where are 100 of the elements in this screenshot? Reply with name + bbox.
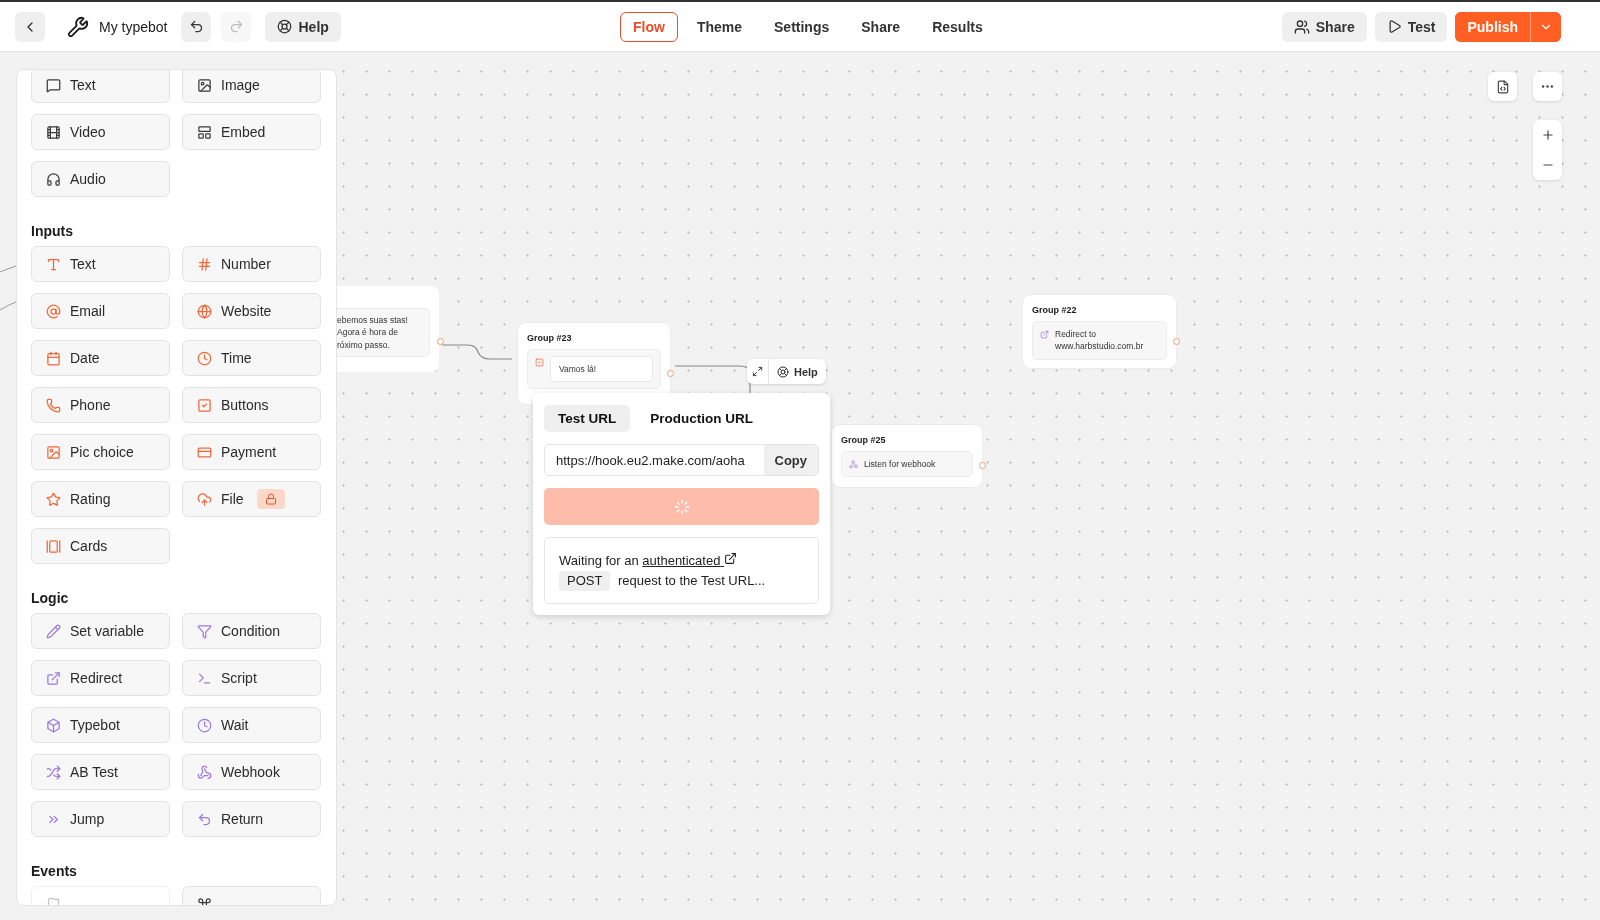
expand-icon bbox=[752, 366, 763, 377]
nav-tab[interactable]: Flow bbox=[620, 12, 678, 42]
plus-icon bbox=[1540, 128, 1555, 142]
section-heading: Inputs bbox=[31, 223, 74, 239]
external-link-icon bbox=[1040, 330, 1049, 339]
code-file-icon bbox=[1495, 79, 1510, 94]
block-label: Redirect to www.harbstudio.com.br bbox=[1055, 328, 1145, 353]
return-arrow-icon bbox=[197, 811, 212, 827]
calendar-icon bbox=[46, 350, 61, 366]
webhook-icon bbox=[197, 764, 212, 780]
help-button[interactable]: Help bbox=[265, 11, 341, 42]
block-button[interactable]: Audio bbox=[31, 161, 170, 197]
pencil-icon bbox=[46, 623, 61, 639]
play-icon bbox=[1386, 19, 1402, 34]
connector-line bbox=[441, 344, 513, 360]
undo-button[interactable] bbox=[181, 11, 212, 42]
redo-icon bbox=[229, 19, 244, 34]
star-icon bbox=[46, 491, 61, 507]
block-card[interactable]: Listen for webhook bbox=[841, 451, 973, 478]
letter-t-icon bbox=[46, 256, 61, 272]
upload-icon bbox=[197, 491, 212, 507]
block-button[interactable]: Date bbox=[31, 340, 170, 376]
block-button[interactable]: Set variable bbox=[31, 613, 170, 649]
block-button[interactable]: Embed bbox=[182, 114, 321, 150]
output-port[interactable] bbox=[979, 462, 986, 469]
listen-button[interactable] bbox=[544, 488, 819, 525]
copy-button[interactable]: Copy bbox=[763, 445, 818, 475]
section-heading: Logic bbox=[31, 590, 70, 606]
spinner-icon bbox=[673, 498, 690, 515]
block-button[interactable]: Webhook bbox=[182, 754, 321, 790]
more-button[interactable] bbox=[1533, 72, 1562, 101]
output-port[interactable] bbox=[1173, 337, 1180, 345]
code-file-button[interactable] bbox=[1488, 72, 1517, 101]
block-button[interactable]: Typebot bbox=[31, 707, 170, 743]
authenticated-link[interactable]: authenticated bbox=[642, 553, 738, 568]
webhook-icon bbox=[849, 460, 858, 469]
block-card[interactable]: Vamos lá! bbox=[527, 349, 661, 390]
block-button[interactable]: Video bbox=[31, 114, 170, 150]
block-button[interactable]: Image bbox=[182, 70, 321, 103]
back-button[interactable] bbox=[15, 11, 45, 42]
hash-icon bbox=[197, 256, 212, 272]
phone-icon bbox=[46, 397, 61, 413]
button-input[interactable]: Vamos lá! bbox=[550, 356, 653, 383]
group-title: Group #23 bbox=[527, 333, 573, 343]
url-tab[interactable]: Test URL bbox=[544, 405, 631, 432]
block-button[interactable]: Pic choice bbox=[31, 434, 170, 470]
users-icon bbox=[1293, 18, 1310, 35]
block-button[interactable]: Payment bbox=[182, 434, 321, 470]
block-button[interactable]: Text bbox=[31, 246, 170, 282]
block-button[interactable]: Rating bbox=[31, 481, 170, 517]
terminal-icon bbox=[197, 670, 212, 686]
block-button[interactable]: Buttons bbox=[182, 387, 321, 423]
waiting-message: Waiting for an authenticated POST request to the Test URL... bbox=[559, 551, 804, 591]
film-icon bbox=[46, 124, 61, 140]
checkbox-icon bbox=[535, 358, 544, 367]
url-field[interactable]: https://hook.eu2.make.com/aoha Copy bbox=[544, 444, 819, 476]
lifebuoy-icon bbox=[777, 365, 789, 378]
clock-icon bbox=[197, 717, 212, 733]
at-sign-icon bbox=[46, 303, 61, 319]
block-card[interactable]: Redirect to www.harbstudio.com.br bbox=[1032, 321, 1167, 360]
block-button[interactable]: Condition bbox=[182, 613, 321, 649]
block-button[interactable]: Email bbox=[31, 293, 170, 329]
cube-icon bbox=[46, 717, 61, 733]
lifebuoy-icon bbox=[277, 19, 293, 34]
block-button[interactable]: Website bbox=[182, 293, 321, 329]
external-link-icon bbox=[724, 552, 738, 565]
image-icon bbox=[46, 444, 61, 460]
block-button[interactable]: Jump bbox=[31, 801, 170, 837]
block-label: Listen for webhook bbox=[864, 458, 936, 471]
block-button[interactable]: Redirect bbox=[31, 660, 170, 696]
layout-icon bbox=[197, 124, 212, 140]
external-link-icon bbox=[46, 670, 61, 686]
redo-button[interactable] bbox=[221, 11, 252, 42]
block-button[interactable]: Cards bbox=[31, 528, 170, 564]
lock-icon bbox=[264, 493, 277, 505]
shuffle-icon bbox=[46, 764, 61, 780]
block-button[interactable]: Number bbox=[182, 246, 321, 282]
url-tab[interactable]: Production URL bbox=[636, 405, 767, 432]
block-button[interactable]: AB Test bbox=[31, 754, 170, 790]
block-button[interactable]: Phone bbox=[31, 387, 170, 423]
funnel-icon bbox=[197, 623, 212, 639]
block-button[interactable]: Text bbox=[31, 70, 170, 103]
wrench-icon bbox=[67, 15, 89, 38]
block-button[interactable]: Time bbox=[182, 340, 321, 376]
section-heading: Events bbox=[31, 863, 78, 879]
headphones-icon bbox=[46, 171, 61, 187]
connector-line bbox=[0, 265, 17, 311]
block-button[interactable]: File bbox=[182, 481, 321, 517]
method-tag: POST bbox=[559, 571, 611, 591]
output-port[interactable] bbox=[667, 369, 674, 377]
undo-icon bbox=[189, 19, 204, 34]
test-button[interactable]: Test bbox=[1374, 11, 1448, 42]
share-button[interactable]: Share bbox=[1281, 11, 1367, 42]
block-button[interactable]: Return bbox=[182, 801, 321, 837]
speech-bubble-icon bbox=[46, 77, 61, 93]
output-port[interactable] bbox=[437, 338, 444, 345]
block-button[interactable]: Script bbox=[182, 660, 321, 696]
block-button[interactable]: Wait bbox=[182, 707, 321, 743]
globe-icon bbox=[197, 303, 212, 319]
group-title: Group #25 bbox=[841, 435, 887, 445]
